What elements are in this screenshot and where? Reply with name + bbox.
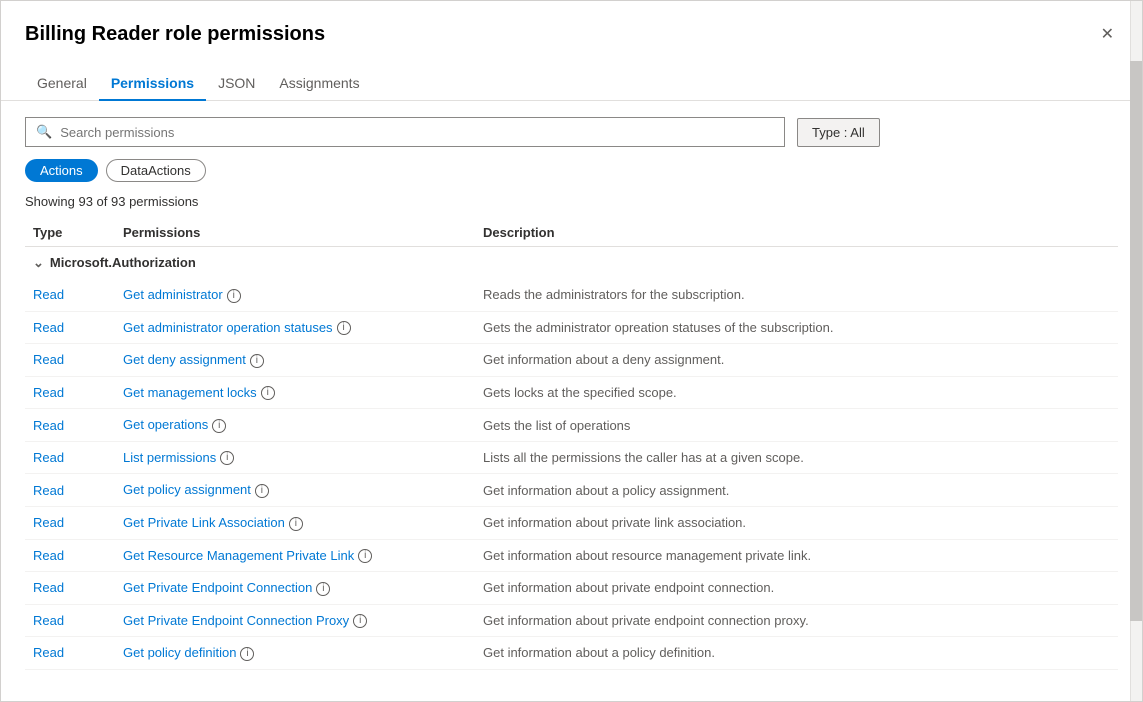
cell-permission: Get Private Link Associationi xyxy=(115,506,475,539)
content-area: 🔍 Type : All Actions DataActions Showing… xyxy=(1,101,1142,701)
tab-permissions[interactable]: Permissions xyxy=(99,67,206,101)
info-icon[interactable]: i xyxy=(227,289,241,303)
type-filter-button[interactable]: Type : All xyxy=(797,118,880,147)
cell-type: Read xyxy=(25,311,115,344)
filter-row: Actions DataActions xyxy=(25,159,1118,182)
search-container: 🔍 xyxy=(25,117,785,147)
close-button[interactable]: ✕ xyxy=(1097,23,1118,47)
scrollbar-thumb[interactable] xyxy=(1130,61,1142,621)
group-row: ⌄ Microsoft.Authorization xyxy=(25,247,1118,280)
cell-description: Get information about a policy assignmen… xyxy=(475,474,1118,507)
cell-permission: Get policy definitioni xyxy=(115,637,475,670)
cell-permission: Get management locksi xyxy=(115,376,475,409)
col-header-type: Type xyxy=(25,219,115,247)
cell-type: Read xyxy=(25,604,115,637)
cell-description: Gets locks at the specified scope. xyxy=(475,376,1118,409)
table-row: ReadGet policy definitioniGet informatio… xyxy=(25,637,1118,670)
info-icon[interactable]: i xyxy=(255,484,269,498)
filter-dataactions-button[interactable]: DataActions xyxy=(106,159,206,182)
dialog-title: Billing Reader role permissions xyxy=(25,21,325,47)
cell-description: Get information about private endpoint c… xyxy=(475,572,1118,605)
chevron-icon: ⌄ xyxy=(33,255,44,270)
cell-description: Get information about private link assoc… xyxy=(475,506,1118,539)
cell-type: Read xyxy=(25,539,115,572)
cell-description: Get information about a deny assignment. xyxy=(475,344,1118,377)
table-row: ReadList permissionsiLists all the permi… xyxy=(25,441,1118,474)
info-icon[interactable]: i xyxy=(261,386,275,400)
cell-description: Get information about resource managemen… xyxy=(475,539,1118,572)
permissions-table-container[interactable]: Type Permissions Description ⌄ Microsoft.… xyxy=(25,219,1118,685)
tab-json[interactable]: JSON xyxy=(206,67,267,101)
cell-permission: Get Resource Management Private Linki xyxy=(115,539,475,572)
table-row: ReadGet Private Endpoint Connection Prox… xyxy=(25,604,1118,637)
cell-description: Get information about private endpoint c… xyxy=(475,604,1118,637)
cell-description: Gets the list of operations xyxy=(475,409,1118,442)
cell-type: Read xyxy=(25,506,115,539)
cell-description: Reads the administrators for the subscri… xyxy=(475,279,1118,311)
cell-type: Read xyxy=(25,474,115,507)
table-row: ReadGet operationsiGets the list of oper… xyxy=(25,409,1118,442)
cell-permission: Get deny assignmenti xyxy=(115,344,475,377)
info-icon[interactable]: i xyxy=(316,582,330,596)
dialog-header: Billing Reader role permissions ✕ xyxy=(1,1,1142,47)
col-header-description: Description xyxy=(475,219,1118,247)
info-icon[interactable]: i xyxy=(353,614,367,628)
cell-permission: List permissionsi xyxy=(115,441,475,474)
table-row: ReadGet Private Link AssociationiGet inf… xyxy=(25,506,1118,539)
info-icon[interactable]: i xyxy=(289,517,303,531)
cell-type: Read xyxy=(25,441,115,474)
cell-type: Read xyxy=(25,637,115,670)
cell-type: Read xyxy=(25,344,115,377)
cell-permission: Get administratori xyxy=(115,279,475,311)
info-icon[interactable]: i xyxy=(337,321,351,335)
cell-permission: Get Private Endpoint Connectioni xyxy=(115,572,475,605)
table-row: ReadGet management locksiGets locks at t… xyxy=(25,376,1118,409)
table-row: ReadGet administratoriReads the administ… xyxy=(25,279,1118,311)
info-icon[interactable]: i xyxy=(240,647,254,661)
search-row: 🔍 Type : All xyxy=(25,117,1118,147)
cell-type: Read xyxy=(25,409,115,442)
cell-type: Read xyxy=(25,376,115,409)
tab-assignments[interactable]: Assignments xyxy=(267,67,371,101)
cell-permission: Get administrator operation statusesi xyxy=(115,311,475,344)
scrollbar-track[interactable] xyxy=(1130,1,1142,701)
cell-permission: Get operationsi xyxy=(115,409,475,442)
cell-description: Gets the administrator opreation statuse… xyxy=(475,311,1118,344)
table-row: ReadGet policy assignmentiGet informatio… xyxy=(25,474,1118,507)
table-row: ReadGet administrator operation statuses… xyxy=(25,311,1118,344)
cell-type: Read xyxy=(25,279,115,311)
table-row: ReadGet deny assignmentiGet information … xyxy=(25,344,1118,377)
table-row: ReadGet Private Endpoint ConnectioniGet … xyxy=(25,572,1118,605)
col-header-permissions: Permissions xyxy=(115,219,475,247)
search-input[interactable] xyxy=(60,125,774,140)
cell-type: Read xyxy=(25,572,115,605)
showing-count: Showing 93 of 93 permissions xyxy=(25,194,1118,209)
search-icon: 🔍 xyxy=(36,124,52,140)
info-icon[interactable]: i xyxy=(220,451,234,465)
info-icon[interactable]: i xyxy=(250,354,264,368)
table-row: ReadGet Resource Management Private Link… xyxy=(25,539,1118,572)
tab-general[interactable]: General xyxy=(25,67,99,101)
filter-actions-button[interactable]: Actions xyxy=(25,159,98,182)
tab-bar: General Permissions JSON Assignments xyxy=(1,51,1142,101)
permissions-table: Type Permissions Description ⌄ Microsoft.… xyxy=(25,219,1118,670)
info-icon[interactable]: i xyxy=(358,549,372,563)
cell-permission: Get Private Endpoint Connection Proxyi xyxy=(115,604,475,637)
cell-description: Lists all the permissions the caller has… xyxy=(475,441,1118,474)
dialog: Billing Reader role permissions ✕ Genera… xyxy=(0,0,1143,702)
cell-description: Get information about a policy definitio… xyxy=(475,637,1118,670)
cell-permission: Get policy assignmenti xyxy=(115,474,475,507)
info-icon[interactable]: i xyxy=(212,419,226,433)
group-name: Microsoft.Authorization xyxy=(50,255,196,270)
